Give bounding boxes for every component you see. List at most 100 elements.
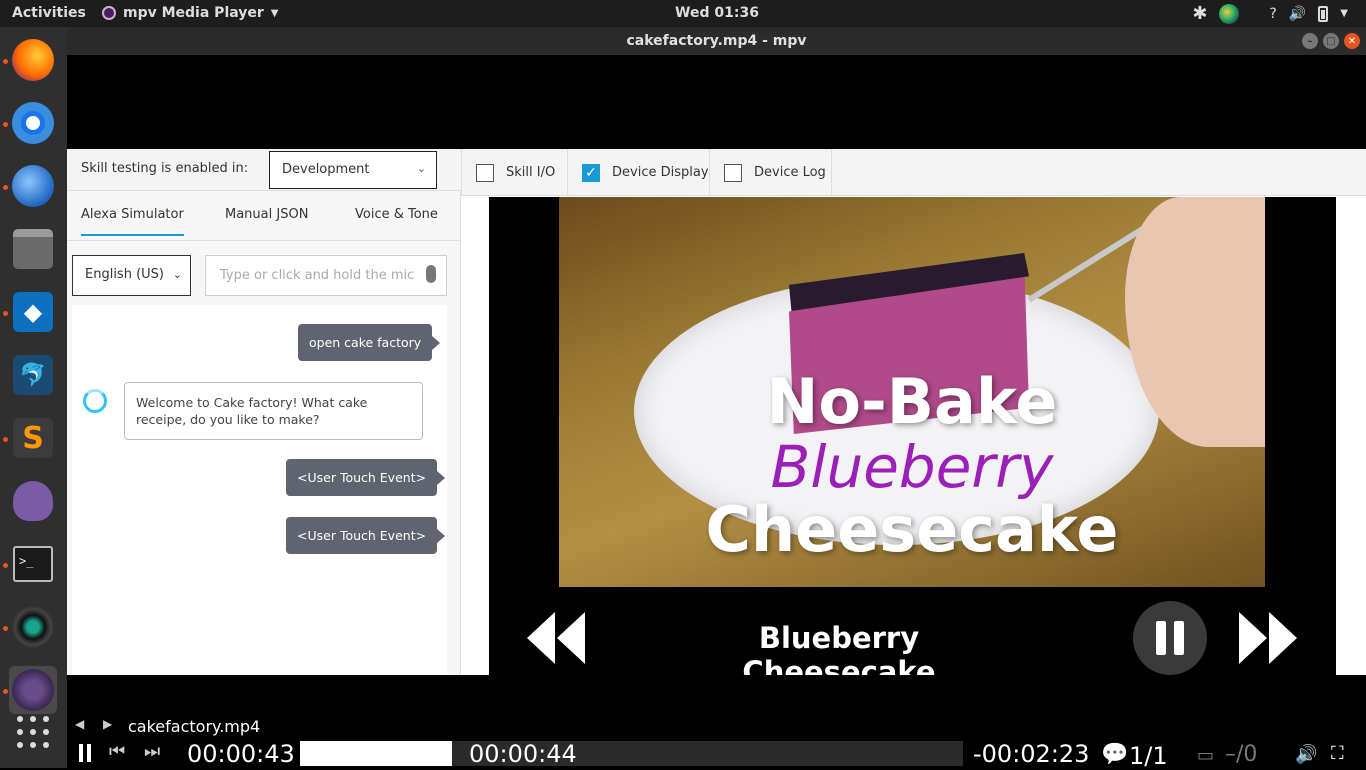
app-menu[interactable]: mpv Media Player ▼: [102, 5, 278, 21]
close-button[interactable]: ✕: [1344, 33, 1360, 49]
chevron-down-icon[interactable]: ▼: [1340, 8, 1348, 19]
subtitle-icon[interactable]: ▭: [1197, 745, 1214, 766]
mpv-icon[interactable]: [9, 666, 57, 714]
running-indicator: [3, 311, 8, 316]
checkbox-label: Skill I/O: [506, 165, 556, 180]
simulator-panel: Alexa Simulator Manual JSON Voice & Tone…: [67, 191, 461, 675]
osc-filename: cakefactory.mp4: [128, 717, 261, 736]
tab-voice-tone[interactable]: Voice & Tone: [355, 207, 438, 222]
tab-bar: Alexa Simulator Manual JSON Voice & Tone: [67, 191, 461, 241]
sublime-text-icon[interactable]: S: [9, 414, 57, 462]
mpv-app-icon: [102, 6, 116, 20]
seek-cursor-time: 00:00:44: [469, 740, 577, 768]
alexa-developer-console: Skill testing is enabled in: Development…: [67, 149, 1366, 675]
playlist-prev-icon[interactable]: ◀: [75, 717, 84, 731]
show-applications-icon[interactable]: [17, 716, 49, 748]
mysql-workbench-icon[interactable]: 🐬: [9, 351, 57, 399]
files-icon[interactable]: [9, 225, 57, 273]
terminal-icon[interactable]: >_: [9, 540, 57, 588]
running-indicator: [3, 185, 8, 190]
thunderbird-icon[interactable]: [9, 162, 57, 210]
running-indicator: [3, 626, 8, 631]
user-message: <User Touch Event>: [286, 517, 446, 554]
window-title: cakefactory.mp4 - mpv: [626, 33, 807, 49]
volume-icon[interactable]: 🔊: [1295, 744, 1317, 765]
mpv-osc: ◀ ▶ cakefactory.mp4 ⏮ ⏭ 00:00:43 00:00:4…: [67, 675, 1366, 770]
chat-log: open cake factory Welcome to Cake factor…: [72, 305, 447, 675]
running-indicator: [3, 59, 8, 64]
language-select-value: English (US): [85, 267, 164, 282]
chapter-icon[interactable]: 💬: [1101, 742, 1128, 767]
alexa-ring-icon: [83, 389, 107, 413]
tab-alexa-simulator[interactable]: Alexa Simulator: [81, 207, 184, 236]
battery-icon[interactable]: [1318, 5, 1329, 22]
time-elapsed[interactable]: 00:00:43: [187, 740, 295, 768]
maximize-button[interactable]: □: [1323, 33, 1339, 49]
running-indicator: [3, 437, 8, 442]
display-options-bar: Skill I/O ✓ Device Display Device Log: [461, 149, 1366, 196]
fast-forward-icon[interactable]: [1239, 612, 1299, 664]
time-remaining[interactable]: -00:02:23: [973, 740, 1089, 768]
device-media-title: Blueberry Cheesecake: [742, 621, 936, 675]
top-bar: Activities mpv Media Player ▼ Wed 01:36 …: [0, 0, 1366, 27]
checkbox-label: Device Log: [754, 165, 826, 180]
running-indicator: [3, 689, 8, 694]
running-indicator: [3, 122, 8, 127]
subtitle-count[interactable]: –/0: [1225, 742, 1257, 767]
skip-back-icon[interactable]: ⏮: [109, 741, 125, 762]
window-titlebar[interactable]: cakefactory.mp4 - mpv – □ ✕: [67, 27, 1366, 55]
gear-icon[interactable]: ✱: [1192, 3, 1207, 24]
pidgin-icon[interactable]: [9, 477, 57, 525]
chevron-down-icon: ⌄: [416, 162, 426, 175]
fullscreen-icon[interactable]: ⛶: [1331, 743, 1344, 764]
utterance-input[interactable]: Type or click and hold the mic: [205, 255, 447, 296]
dock: ◆ 🐬 S >_: [0, 27, 67, 768]
skip-forward-icon[interactable]: ⏭: [144, 741, 160, 762]
checkbox-label: Device Display: [612, 165, 709, 180]
alexa-message: Welcome to Cake factory! What cake recei…: [124, 382, 423, 440]
checkbox-icon[interactable]: [724, 163, 742, 182]
device-display-checkbox[interactable]: ✓ Device Display: [568, 149, 710, 196]
microphone-icon[interactable]: [426, 265, 436, 283]
chevron-down-icon: ⌄: [172, 268, 182, 281]
firefox-icon[interactable]: [9, 36, 57, 84]
device-log-checkbox[interactable]: Device Log: [710, 149, 832, 196]
seekbar-progress: [300, 741, 453, 766]
running-indicator: [3, 563, 8, 568]
play-pause-button[interactable]: [79, 744, 91, 762]
chevron-down-icon: ▼: [270, 7, 279, 19]
overlay-title-line1: No-Bake: [766, 365, 1058, 438]
tab-manual-json[interactable]: Manual JSON: [225, 207, 308, 222]
stage-select[interactable]: Development ⌄: [269, 151, 437, 189]
activities-button[interactable]: Activities: [12, 5, 86, 21]
vscode-icon[interactable]: ◆: [9, 288, 57, 336]
overlay-title-line3: Cheesecake: [705, 493, 1119, 566]
skill-testing-label: Skill testing is enabled in:: [81, 161, 249, 176]
globe-icon[interactable]: [1219, 3, 1240, 24]
user-message: open cake factory: [298, 324, 441, 361]
playlist-next-icon[interactable]: ▶: [103, 717, 112, 731]
language-select[interactable]: English (US) ⌄: [72, 255, 191, 296]
seekbar[interactable]: [300, 741, 963, 766]
rewind-icon[interactable]: [527, 612, 587, 664]
overlay-title-line2: Blueberry: [770, 433, 1054, 501]
device-pause-button[interactable]: [1133, 601, 1207, 675]
checkmark-icon[interactable]: ✓: [582, 163, 600, 182]
skill-io-checkbox[interactable]: Skill I/O: [462, 149, 568, 196]
chromium-icon[interactable]: [9, 99, 57, 147]
stage-select-value: Development: [282, 162, 370, 177]
video-area[interactable]: Skill testing is enabled in: Development…: [67, 55, 1366, 675]
help-icon[interactable]: ?: [1269, 6, 1276, 22]
device-display: No-Bake Blueberry Cheesecake Blueberry C…: [489, 197, 1336, 675]
user-message: <User Touch Event>: [286, 459, 446, 496]
system-tray[interactable]: ✱ ? 🔊 ▼: [1192, 3, 1348, 24]
camera-icon[interactable]: [9, 603, 57, 651]
skill-stage-bar: Skill testing is enabled in: Development…: [67, 149, 461, 191]
minimize-button[interactable]: –: [1302, 33, 1318, 49]
cheesecake-image: No-Bake Blueberry Cheesecake: [559, 197, 1265, 587]
app-menu-label: mpv Media Player: [123, 5, 264, 21]
utterance-placeholder: Type or click and hold the mic: [220, 268, 415, 283]
checkbox-icon[interactable]: [476, 163, 494, 182]
chapter-count[interactable]: 1/1: [1129, 742, 1168, 770]
volume-icon[interactable]: 🔊: [1289, 6, 1306, 22]
